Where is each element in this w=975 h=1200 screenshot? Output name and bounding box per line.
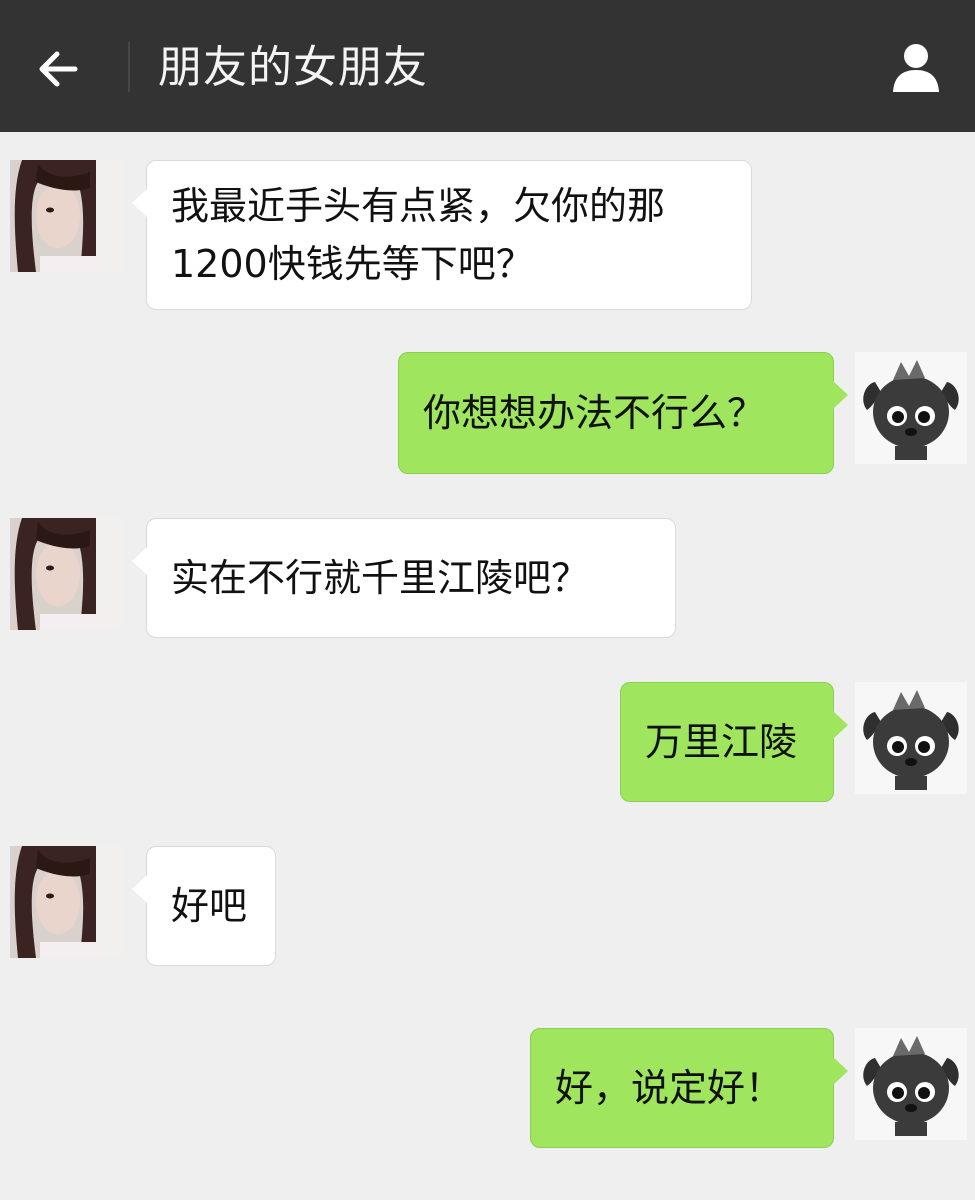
chat-message-list[interactable]: 我最近手头有点紧，欠你的那1200快钱先等下吧？ 你想想办法不行么？ 实在不行就… xyxy=(0,132,975,1200)
friend-avatar-image xyxy=(10,518,122,630)
message-text: 好，说定好！ xyxy=(555,1066,784,1110)
incoming-message-bubble[interactable]: 我最近手头有点紧，欠你的那1200快钱先等下吧？ xyxy=(132,160,752,310)
bubble-tail xyxy=(833,381,848,409)
message-text: 我最近手头有点紧，欠你的那1200快钱先等下吧？ xyxy=(171,184,666,286)
incoming-message-bubble[interactable]: 实在不行就千里江陵吧？ xyxy=(132,518,676,638)
message-text: 好吧 xyxy=(171,884,248,928)
contact-info-button[interactable] xyxy=(881,32,951,102)
incoming-message-bubble[interactable]: 好吧 xyxy=(132,846,276,966)
cartoon-dog-avatar-image xyxy=(855,352,967,464)
friend-avatar[interactable] xyxy=(10,160,122,272)
arrow-left-icon xyxy=(39,51,78,87)
my-avatar[interactable] xyxy=(855,1028,967,1140)
cartoon-dog-avatar-image xyxy=(855,1028,967,1140)
back-button[interactable] xyxy=(22,32,96,106)
outgoing-message-bubble[interactable]: 你想想办法不行么？ xyxy=(398,352,848,474)
bubble-tail xyxy=(132,875,147,903)
my-avatar[interactable] xyxy=(855,352,967,464)
message-text: 实在不行就千里江陵吧？ xyxy=(171,556,590,600)
cartoon-dog-avatar-image xyxy=(855,682,967,794)
message-text: 你想想办法不行么？ xyxy=(423,391,766,435)
friend-avatar[interactable] xyxy=(10,846,122,958)
my-avatar[interactable] xyxy=(855,682,967,794)
friend-avatar[interactable] xyxy=(10,518,122,630)
friend-avatar-image xyxy=(10,846,122,958)
message-text: 万里江陵 xyxy=(645,720,798,764)
person-icon xyxy=(893,44,939,92)
bubble-tail xyxy=(132,189,147,217)
top-navigation-bar: 朋友的女朋友 xyxy=(0,0,975,132)
outgoing-message-bubble[interactable]: 好，说定好！ xyxy=(530,1028,848,1148)
header-divider xyxy=(128,42,130,92)
bubble-tail xyxy=(132,547,147,575)
chat-title: 朋友的女朋友 xyxy=(158,42,428,93)
outgoing-message-bubble[interactable]: 万里江陵 xyxy=(620,682,848,802)
bubble-tail xyxy=(833,1057,848,1085)
bubble-tail xyxy=(833,711,848,739)
friend-avatar-image xyxy=(10,160,122,272)
